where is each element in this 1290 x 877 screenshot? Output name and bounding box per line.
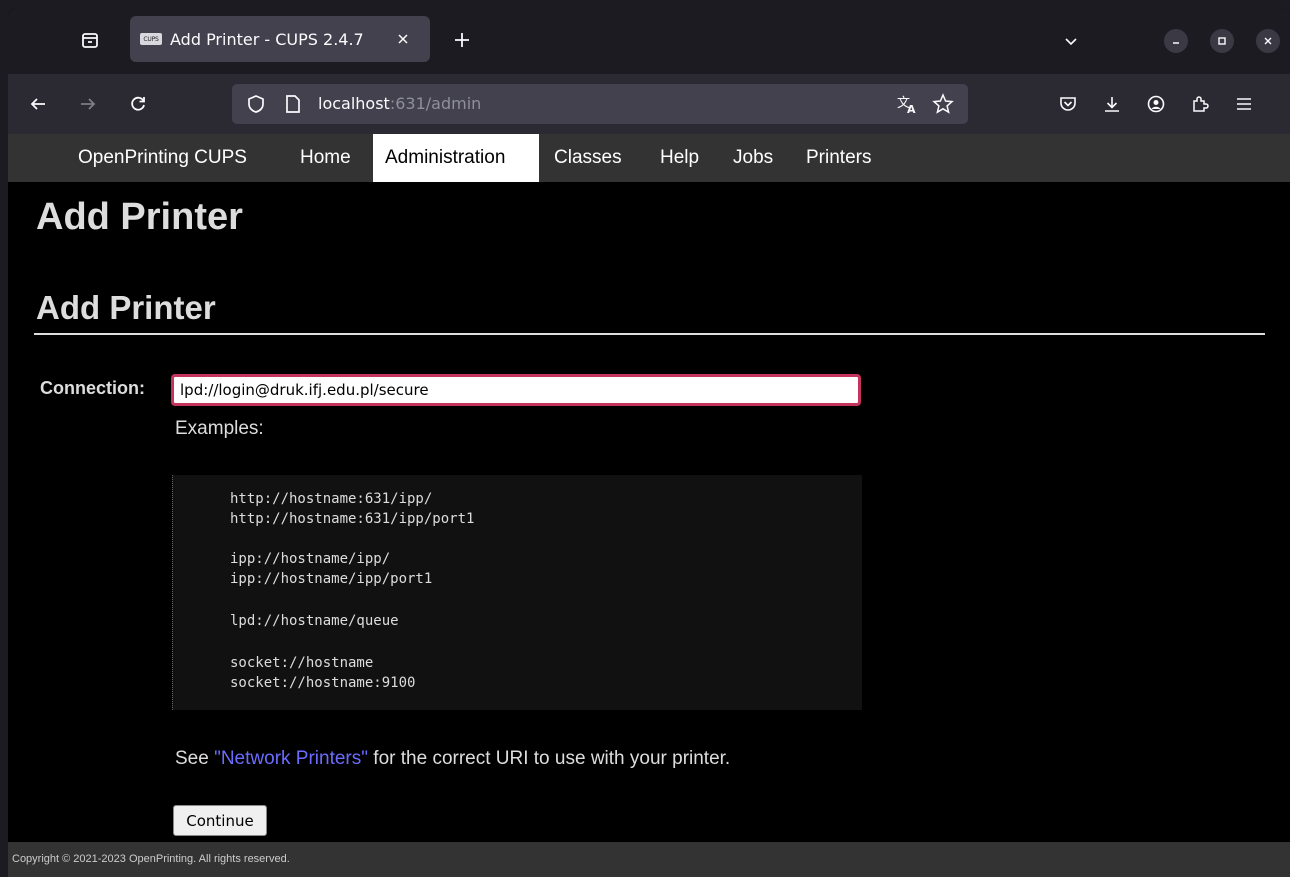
- close-icon: [398, 34, 408, 44]
- download-icon: [1105, 97, 1119, 112]
- url-host: localhost: [318, 94, 390, 113]
- chevron-down-icon: [1065, 38, 1077, 46]
- hamburger-menu-icon: [1237, 98, 1251, 110]
- navigation-toolbar: localhost:631/admin 文 A: [8, 74, 1290, 134]
- arrow-right-icon: [81, 98, 96, 110]
- plus-icon: [455, 33, 469, 47]
- puzzle-icon: [1193, 96, 1209, 112]
- address-bar[interactable]: localhost:631/admin 文 A: [232, 84, 968, 124]
- extensions-button[interactable]: [1184, 88, 1216, 120]
- hint-suffix: for the correct URI to use with your pri…: [368, 748, 731, 769]
- examples-label: Examples:: [175, 418, 264, 439]
- continue-button[interactable]: Continue: [173, 805, 267, 836]
- section-divider: [34, 333, 1265, 335]
- cups-navigation: OpenPrinting CUPS Home Administration Cl…: [8, 134, 1290, 182]
- close-window-button[interactable]: [1256, 29, 1280, 53]
- page-title: Add Printer: [36, 196, 243, 238]
- nav-openprinting-cups[interactable]: OpenPrinting CUPS: [66, 134, 259, 182]
- translate-icon[interactable]: 文 A: [896, 93, 918, 115]
- page-content: Add Printer Add Printer Connection: Exam…: [8, 182, 1290, 842]
- nav-help[interactable]: Help: [648, 134, 711, 182]
- example-uri: lpd://hostname/queue: [230, 613, 399, 629]
- reload-button[interactable]: [122, 88, 154, 120]
- menu-button[interactable]: [1228, 88, 1260, 120]
- nav-classes[interactable]: Classes: [542, 134, 634, 182]
- arrow-left-icon: [30, 98, 45, 110]
- page-info-icon[interactable]: [284, 94, 302, 114]
- tab-active[interactable]: CUPS Add Printer - CUPS 2.4.7: [130, 16, 430, 62]
- network-printers-hint: See "Network Printers" for the correct U…: [175, 748, 730, 770]
- example-uri: socket://hostname:9100: [230, 675, 416, 691]
- connection-input[interactable]: [171, 374, 861, 406]
- new-tab-button[interactable]: [446, 24, 478, 56]
- bookmark-star-icon[interactable]: [932, 93, 954, 115]
- tab-list-icon: [82, 33, 98, 48]
- downloads-button[interactable]: [1096, 88, 1128, 120]
- pocket-icon: [1060, 97, 1076, 111]
- example-uri: ipp://hostname/ipp/: [230, 551, 391, 567]
- nav-printers[interactable]: Printers: [794, 134, 883, 182]
- forward-button[interactable]: [72, 88, 104, 120]
- account-icon: [1147, 95, 1165, 113]
- nav-jobs[interactable]: Jobs: [721, 134, 785, 182]
- example-uri: http://hostname:631/ipp/: [230, 491, 433, 507]
- tab-title: Add Printer - CUPS 2.4.7: [170, 29, 364, 49]
- network-printers-link[interactable]: "Network Printers": [214, 748, 368, 769]
- example-uri: socket://hostname: [230, 655, 374, 671]
- browser-window: CUPS Add Printer - CUPS 2.4.7 localhost:…: [8, 8, 1290, 877]
- connection-label: Connection:: [40, 378, 145, 398]
- tab-strip: CUPS Add Printer - CUPS 2.4.7: [8, 8, 1290, 74]
- account-button[interactable]: [1140, 88, 1172, 120]
- maximize-window-button[interactable]: [1210, 29, 1234, 53]
- example-uri: ipp://hostname/ipp/port1: [230, 571, 433, 587]
- hint-prefix: See: [175, 748, 215, 769]
- section-title: Add Printer: [36, 289, 216, 326]
- maximize-icon: [1218, 37, 1226, 45]
- back-button[interactable]: [22, 88, 54, 120]
- example-uri: http://hostname:631/ipp/port1: [230, 511, 475, 527]
- examples-box: http://hostname:631/ipp/ http://hostname…: [172, 475, 862, 710]
- pocket-button[interactable]: [1052, 88, 1084, 120]
- nav-home[interactable]: Home: [288, 134, 363, 182]
- url-path: :631/admin: [389, 94, 482, 113]
- close-tab-button[interactable]: [392, 28, 414, 50]
- svg-text:A: A: [907, 103, 916, 115]
- minimize-window-button[interactable]: [1164, 29, 1188, 53]
- nav-administration[interactable]: Administration: [373, 134, 539, 182]
- reload-icon: [131, 96, 145, 111]
- list-all-tabs-button[interactable]: [72, 22, 108, 58]
- url-text[interactable]: localhost:631/admin: [318, 94, 481, 113]
- close-icon: [1264, 37, 1272, 45]
- minimize-icon: [1173, 42, 1179, 44]
- tabs-dropdown-button[interactable]: [1056, 26, 1086, 56]
- tracking-protection-icon[interactable]: [246, 94, 266, 114]
- cups-favicon-icon: CUPS: [140, 33, 162, 45]
- footer-copyright: Copyright © 2021-2023 OpenPrinting. All …: [8, 842, 1290, 877]
